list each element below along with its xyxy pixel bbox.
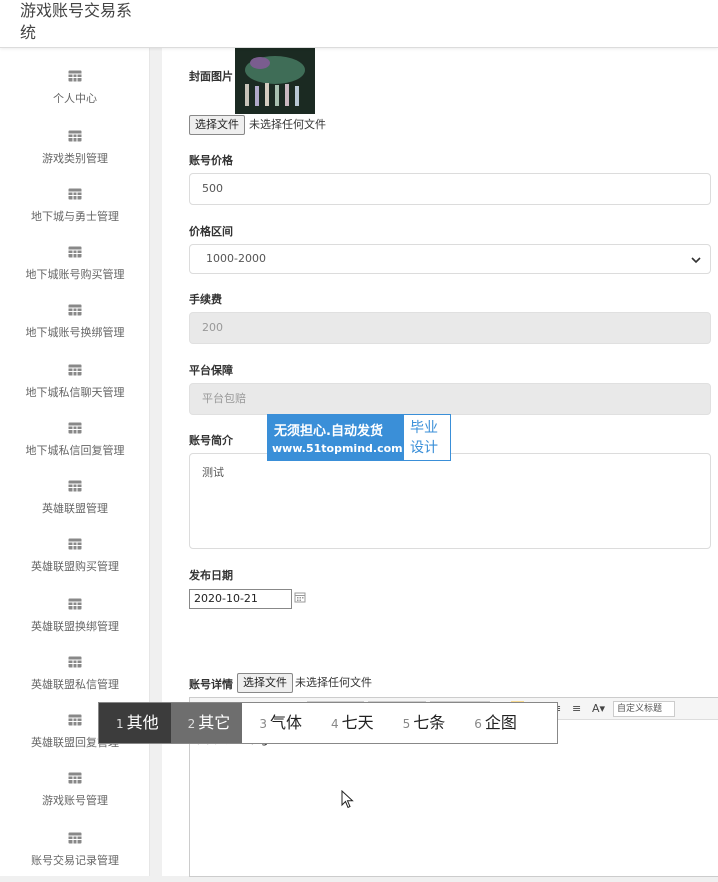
sidebar-item[interactable]: 地下城账号换绑管理: [0, 304, 150, 354]
details-file-button[interactable]: 选择文件: [237, 673, 293, 693]
watermark-right2: 设计: [410, 440, 438, 456]
sidebar-item-label: 个人中心: [53, 92, 97, 105]
main-form: 封面图片 选择文件 未选择任何文件 账号价格 500 价格区间 1000-200…: [162, 48, 718, 877]
watermark-line2: www.51topmind.com: [272, 442, 403, 455]
ime-candidate-bar[interactable]: 1 其他 2 其它 3 气体 4 七天 5 七条 6 企图: [98, 702, 558, 744]
watermark-right: 毕业 设计: [404, 415, 450, 460]
cover-label: 封面图片: [189, 70, 233, 83]
sidebar-item-label: 英雄联盟换绑管理: [31, 620, 119, 633]
ime-candidate[interactable]: 2 其它: [170, 703, 243, 743]
ime-candidate[interactable]: 5 七条: [386, 703, 458, 743]
ime-candidate-number: 1: [116, 717, 124, 731]
mouse-cursor-icon: [341, 790, 354, 809]
details-file-status: 未选择任何文件: [295, 676, 372, 689]
chevron-down-icon: [691, 257, 701, 264]
sidebar-item-label: 地下城私信聊天管理: [25, 386, 125, 399]
table-icon: [68, 832, 82, 844]
fee-input: 200: [189, 312, 711, 344]
table-icon: [68, 422, 82, 434]
ime-candidate-text: 其它: [198, 713, 231, 732]
custom-title-value: 自定义标题: [617, 704, 663, 714]
price-range-label: 价格区间: [189, 225, 233, 238]
intro-label: 账号简介: [189, 434, 233, 447]
sidebar-item[interactable]: 游戏类别管理: [0, 130, 150, 180]
guarantee-label: 平台保障: [189, 364, 233, 377]
details-label: 账号详情: [189, 678, 233, 691]
sidebar-item[interactable]: 账号交易记录管理: [0, 832, 150, 882]
custom-title-select[interactable]: 自定义标题: [613, 701, 675, 717]
align-justify-icon[interactable]: ≡: [572, 701, 581, 717]
sidebar-item[interactable]: 英雄联盟私信管理: [0, 656, 150, 706]
table-icon: [68, 364, 82, 376]
cover-image: [235, 48, 315, 114]
watermark-left: 无须担心.自动发货 www.51topmind.com: [268, 415, 404, 460]
sidebar-item-label: 地下城账号换绑管理: [25, 326, 125, 339]
table-icon: [68, 772, 82, 784]
sidebar-item[interactable]: 个人中心: [0, 70, 150, 120]
sidebar-item[interactable]: 地下城与勇士管理: [0, 188, 150, 238]
ime-candidate-number: 3: [259, 717, 267, 731]
sidebar-item[interactable]: 游戏账号管理: [0, 772, 150, 822]
app-title: 游戏账号交易系统: [20, 1, 133, 42]
sidebar-item-label: 英雄联盟购买管理: [31, 560, 119, 573]
price-input[interactable]: 500: [189, 173, 711, 205]
price-range-select[interactable]: 1000-2000: [189, 244, 711, 274]
sidebar-item[interactable]: 英雄联盟管理: [0, 480, 150, 530]
sidebar-item-label: 地下城私信回复管理: [25, 444, 125, 457]
ime-candidate-text: 企图: [484, 713, 517, 732]
ime-candidate-text: 其他: [126, 713, 159, 732]
ime-candidate-text: 七天: [341, 713, 374, 732]
sidebar-item-label: 游戏账号管理: [42, 794, 108, 807]
sidebar-item-label: 游戏类别管理: [42, 152, 108, 165]
sidebar-item[interactable]: 地下城私信聊天管理: [0, 364, 150, 414]
ime-candidate-number: 4: [330, 717, 339, 731]
ime-candidate-number: 5: [402, 717, 411, 731]
calendar-icon[interactable]: [294, 591, 306, 603]
sidebar-item-label: 英雄联盟管理: [42, 502, 108, 515]
sidebar: 个人中心游戏类别管理 地下城与勇士管理 地下城账号购买管理 地下城账号换绑管理 地下城私…: [0, 48, 150, 876]
intro-textarea[interactable]: 测试: [189, 453, 711, 549]
sidebar-item[interactable]: 英雄联盟购买管理: [0, 538, 150, 588]
guarantee-input: 平台包赔: [189, 383, 711, 415]
table-icon: [68, 130, 82, 142]
price-label: 账号价格: [189, 154, 233, 167]
price-range-value: 1000-2000: [206, 252, 266, 265]
sidebar-item-label: 地下城与勇士管理: [31, 210, 119, 223]
table-icon: [68, 538, 82, 550]
top-bar: 游戏账号交易系统: [0, 0, 718, 48]
publish-date-label: 发布日期: [189, 569, 233, 582]
ime-candidate[interactable]: 1 其他: [99, 703, 171, 743]
publish-date-input[interactable]: 2020-10-21: [189, 589, 292, 609]
table-icon: [68, 304, 82, 316]
ime-candidate[interactable]: 4 七天: [314, 703, 386, 743]
cover-file-button[interactable]: 选择文件: [189, 115, 245, 135]
gutter: [150, 48, 162, 876]
sidebar-item[interactable]: 英雄联盟换绑管理: [0, 598, 150, 648]
sidebar-item[interactable]: 地下城账号购买管理: [0, 246, 150, 296]
font-color-icon[interactable]: A▾: [592, 701, 605, 717]
watermark-badge: 无须担心.自动发货 www.51topmind.com 毕业 设计: [267, 414, 451, 461]
fee-label: 手续费: [189, 293, 222, 306]
watermark-right1: 毕业: [410, 420, 438, 436]
ime-candidate-number: 2: [187, 717, 196, 731]
sidebar-item-label: 地下城账号购买管理: [25, 268, 125, 281]
table-icon: [68, 656, 82, 668]
ime-candidate-number: 6: [474, 717, 482, 731]
watermark-line1: 无须担心.自动发货: [274, 424, 383, 439]
table-icon: [68, 714, 82, 726]
sidebar-item[interactable]: 地下城私信回复管理: [0, 422, 150, 472]
table-icon: [68, 188, 82, 200]
table-icon: [68, 480, 82, 492]
sidebar-item-label: 英雄联盟私信管理: [31, 678, 119, 691]
ime-candidate[interactable]: 3 气体: [242, 703, 314, 743]
ime-candidate-text: 气体: [269, 713, 302, 732]
cover-file-status: 未选择任何文件: [249, 118, 326, 131]
ime-candidate-text: 七条: [413, 713, 446, 732]
sidebar-item-label: 账号交易记录管理: [31, 854, 119, 867]
table-icon: [68, 70, 82, 82]
table-icon: [68, 598, 82, 610]
ime-candidate[interactable]: 6 企图: [457, 703, 529, 743]
table-icon: [68, 246, 82, 258]
